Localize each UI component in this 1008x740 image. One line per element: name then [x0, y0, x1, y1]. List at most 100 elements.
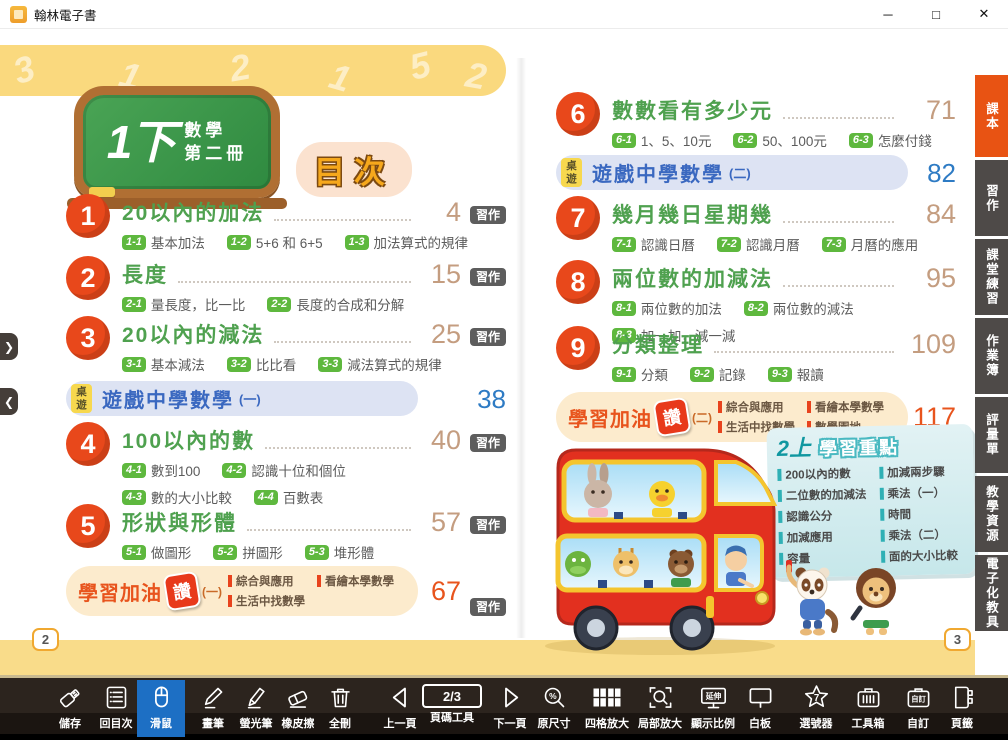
- toc-chapter-7[interactable]: 7 幾月幾日星期幾 84 7-1認識日曆 7-2認識月曆 7-3月曆的應用: [556, 198, 956, 254]
- chapter-page-number[interactable]: 71: [904, 99, 956, 122]
- toc-subitem[interactable]: 5-1做圖形: [122, 542, 191, 562]
- toc-subitem[interactable]: 1-25+6 和 6+5: [227, 232, 323, 252]
- toolbox-tool[interactable]: 工具箱: [844, 680, 892, 737]
- prev-page-tool[interactable]: 上一頁: [376, 680, 424, 737]
- original-size-tool[interactable]: % 原尺寸: [530, 680, 578, 737]
- chapter-title[interactable]: 20以內的減法: [122, 325, 264, 346]
- toc-chapter-3[interactable]: 3 20以內的減法 25 習作 3-1基本減法 3-2比比看 3-3減法算式的規…: [66, 318, 506, 374]
- tab-digital-tools[interactable]: 電子化教具: [975, 555, 1008, 631]
- toc-subitem[interactable]: 5-2拼圖形: [213, 542, 282, 562]
- toc-subitem[interactable]: 5-3堆形體: [305, 542, 374, 562]
- display-ratio-tool[interactable]: 延伸 顯示比例: [685, 680, 741, 737]
- tab-class-practice[interactable]: 課堂練習: [975, 239, 1008, 315]
- toc-subitem[interactable]: 6-11、5、10元: [612, 130, 711, 150]
- pen-tool[interactable]: 畫筆: [189, 680, 237, 737]
- toc-subitem[interactable]: 7-1認識日曆: [612, 234, 695, 254]
- chapter-title[interactable]: 兩位數的加減法: [612, 269, 773, 290]
- minimize-button[interactable]: ─: [864, 0, 912, 28]
- game-pill[interactable]: 桌遊 遊戲中學數學 (二): [556, 155, 908, 190]
- chapter-title[interactable]: 分類整理: [612, 335, 704, 356]
- toc-subitem[interactable]: 2-2長度的合成和分解: [267, 294, 404, 314]
- toc-subitem[interactable]: 9-3報讀: [768, 364, 824, 384]
- workbook-badge[interactable]: 習作: [470, 598, 506, 616]
- chapter-page-number[interactable]: 57: [421, 511, 461, 534]
- tab-teaching-resources[interactable]: 教學資源: [975, 476, 1008, 552]
- page-tabs-tool[interactable]: 頁籤: [938, 680, 986, 737]
- toc-subitem[interactable]: 1-3加法算式的規律: [345, 232, 468, 252]
- save-tool[interactable]: 儲存: [46, 680, 94, 737]
- chapter-title[interactable]: 形狀與形體: [122, 513, 237, 534]
- game-page-number[interactable]: 82: [927, 160, 956, 186]
- tab-homework-book[interactable]: 作業簿: [975, 318, 1008, 394]
- toc-chapter-5[interactable]: 5 形狀與形體 57 習作 5-1做圖形 5-2拼圖形 5-3堆形體: [66, 506, 506, 562]
- toc-subitem[interactable]: 3-3減法算式的規律: [318, 354, 441, 374]
- workbook-badge[interactable]: 習作: [470, 206, 506, 224]
- toc-subitem[interactable]: 3-2比比看: [227, 354, 296, 374]
- workbook-badge[interactable]: 習作: [470, 516, 506, 534]
- game-page-number[interactable]: 38: [477, 386, 506, 412]
- chapter-page-number[interactable]: 95: [904, 267, 956, 290]
- chapter-title[interactable]: 20以內的加法: [122, 203, 264, 224]
- highlighter-tool[interactable]: 螢光筆: [232, 680, 280, 737]
- workbook-badge[interactable]: 習作: [470, 434, 506, 452]
- back-to-toc-tool[interactable]: 回目次: [92, 680, 140, 737]
- tab-assessment-sheet[interactable]: 評量單: [975, 397, 1008, 473]
- toc-subitem[interactable]: 4-1數到100: [122, 460, 200, 480]
- four-pane-zoom-tool[interactable]: 四格放大: [579, 680, 635, 737]
- chapter-page-number[interactable]: 40: [421, 429, 461, 452]
- toc-chapter-6[interactable]: 6 數數看有多少元 71 6-11、5、10元 6-250、100元 6-3怎麼…: [556, 94, 956, 150]
- custom-tool[interactable]: 自訂 自訂: [894, 680, 942, 737]
- edge-arrow-next[interactable]: ❯: [0, 333, 18, 360]
- edge-arrow-prev[interactable]: ❮: [0, 388, 18, 415]
- toc-subitem[interactable]: 7-3月曆的應用: [822, 234, 918, 254]
- toc-subitem[interactable]: 6-3怎麼付錢: [849, 130, 932, 150]
- toc-subitem[interactable]: 4-2認識十位和個位: [222, 460, 345, 480]
- toc-subitem[interactable]: 9-2記錄: [690, 364, 746, 384]
- page-number-tool[interactable]: 2/3 頁碼工具: [424, 680, 480, 737]
- toc-subitem[interactable]: 2-1量長度，比一比: [122, 294, 245, 314]
- tab-workbook[interactable]: 習作: [975, 160, 1008, 236]
- partial-zoom-tool[interactable]: 局部放大: [632, 680, 688, 737]
- number-picker-tool[interactable]: 7 選號器: [792, 680, 840, 737]
- boost-pill[interactable]: 學習加油 讚 (一) 綜合與應用 生活中找數學 看繪本學數學: [66, 566, 418, 616]
- chapter-title[interactable]: 長度: [122, 265, 168, 286]
- toc-subitem[interactable]: 4-4百數表: [254, 487, 323, 507]
- workbook-badge[interactable]: 習作: [470, 328, 506, 346]
- subitem-label: 報讀: [797, 364, 824, 384]
- next-page-tool[interactable]: 下一頁: [486, 680, 534, 737]
- game-row-2[interactable]: 桌遊 遊戲中學數學 (二) 82: [556, 155, 956, 190]
- chapter-page-number[interactable]: 109: [904, 333, 956, 356]
- chapter-title[interactable]: 幾月幾日星期幾: [612, 205, 773, 226]
- whiteboard-tool[interactable]: 白板: [736, 680, 784, 737]
- page-indicator[interactable]: 2/3: [422, 684, 482, 708]
- toc-subitem[interactable]: 9-1分類: [612, 364, 668, 384]
- toc-subitem[interactable]: 8-1兩位數的加法: [612, 298, 722, 318]
- delete-all-tool[interactable]: 全刪: [316, 680, 364, 737]
- toc-subitem[interactable]: 8-2兩位數的減法: [744, 298, 854, 318]
- chapter-title[interactable]: 數數看有多少元: [612, 101, 773, 122]
- maximize-button[interactable]: □: [912, 0, 960, 28]
- eraser-tool[interactable]: 橡皮擦: [274, 680, 322, 737]
- chapter-page-number[interactable]: 84: [904, 203, 956, 226]
- toc-chapter-4[interactable]: 4 100以內的數 40 習作 4-1數到100 4-2認識十位和個位 4-3數…: [66, 424, 506, 507]
- toc-subitem[interactable]: 7-2認識月曆: [717, 234, 800, 254]
- toc-chapter-2[interactable]: 2 長度 15 習作 2-1量長度，比一比 2-2長度的合成和分解: [66, 258, 506, 314]
- toc-subitem[interactable]: 1-1基本加法: [122, 232, 205, 252]
- close-button[interactable]: ✕: [960, 0, 1008, 28]
- toc-subitem[interactable]: 6-250、100元: [733, 130, 826, 150]
- boost-page-number[interactable]: 67: [431, 578, 461, 605]
- boost-row-1[interactable]: 學習加油 讚 (一) 綜合與應用 生活中找數學 看繪本學數學 67 習作: [66, 566, 506, 616]
- tab-textbook[interactable]: 課本: [975, 75, 1008, 157]
- mouse-tool[interactable]: 滑鼠: [137, 680, 185, 737]
- chapter-title[interactable]: 100以內的數: [122, 431, 255, 452]
- game-row-1[interactable]: 桌遊 遊戲中學數學 (一) 38: [66, 381, 506, 416]
- toc-subitem[interactable]: 4-3數的大小比較: [122, 487, 232, 507]
- toc-chapter-9[interactable]: 9 分類整理 109 9-1分類 9-2記錄 9-3報讀: [556, 328, 956, 384]
- chapter-page-number[interactable]: 15: [421, 263, 461, 286]
- toc-subitem[interactable]: 3-1基本減法: [122, 354, 205, 374]
- game-pill[interactable]: 桌遊 遊戲中學數學 (一): [66, 381, 418, 416]
- chapter-page-number[interactable]: 4: [421, 201, 461, 224]
- toc-chapter-1[interactable]: 1 20以內的加法 4 習作 1-1基本加法 1-25+6 和 6+5 1-3加…: [66, 196, 506, 252]
- workbook-badge[interactable]: 習作: [470, 268, 506, 286]
- chapter-page-number[interactable]: 25: [421, 323, 461, 346]
